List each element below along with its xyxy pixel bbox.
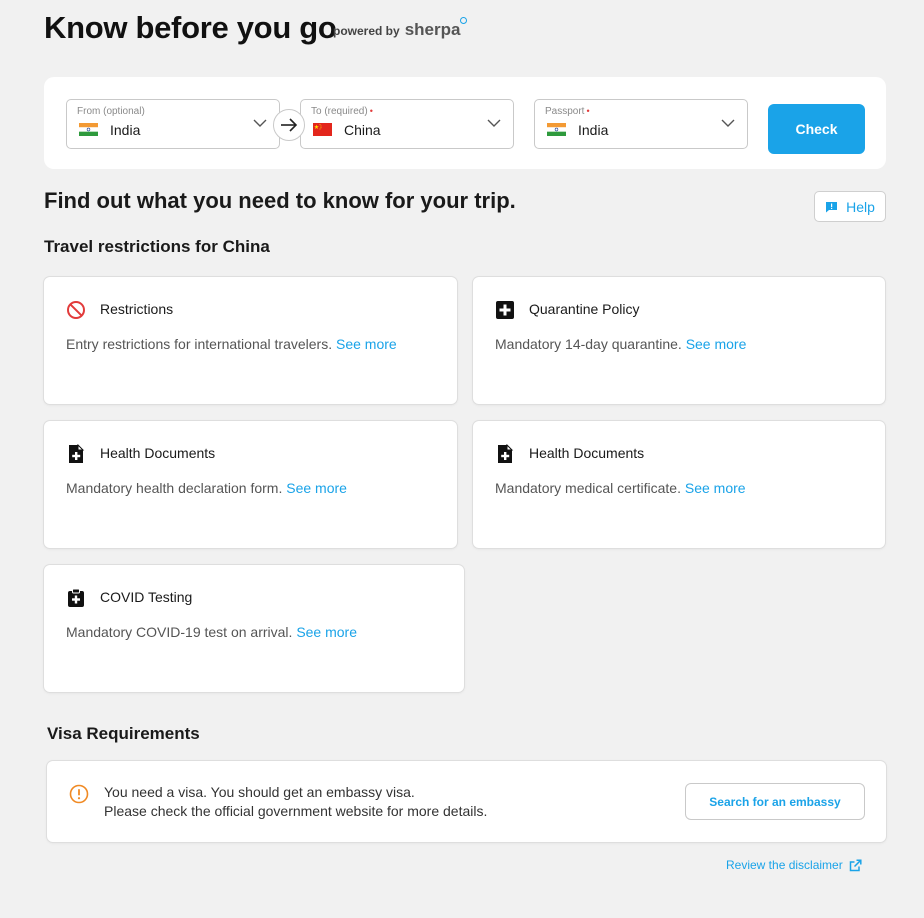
- required-indicator: •: [586, 106, 590, 116]
- chat-alert-icon: [826, 201, 838, 212]
- powered-by-label: powered by: [333, 24, 400, 38]
- see-more-link[interactable]: See more: [685, 480, 746, 496]
- from-label: From (optional): [77, 106, 145, 117]
- card-description-text: Mandatory medical certificate.: [495, 480, 681, 496]
- to-value: China: [344, 122, 381, 138]
- visa-section-title: Visa Requirements: [47, 724, 200, 743]
- swap-direction-button[interactable]: [273, 109, 305, 141]
- china-flag-icon: [313, 123, 332, 136]
- sherpa-logo-dot: [460, 17, 468, 24]
- restriction-card-health-documents: Health Documents Mandatory health declar…: [44, 421, 457, 548]
- card-description-text: Mandatory COVID-19 test on arrival.: [66, 624, 293, 640]
- chevron-down-icon: [721, 119, 735, 127]
- required-indicator: •: [369, 106, 373, 116]
- medical-cross-icon: [496, 301, 514, 319]
- passport-value: India: [578, 122, 609, 138]
- to-label-text: To (required): [311, 106, 368, 117]
- card-description-text: Mandatory health declaration form.: [66, 480, 283, 496]
- powered-by-badge: powered by sherpa: [333, 17, 468, 40]
- health-document-icon: [498, 444, 514, 463]
- health-document-icon: [69, 444, 85, 463]
- restriction-card-health-documents: Health Documents Mandatory medical certi…: [473, 421, 885, 548]
- from-value: India: [110, 122, 141, 138]
- chevron-down-icon: [253, 119, 267, 127]
- card-description: Mandatory COVID-19 test on arrival. See …: [66, 624, 357, 640]
- to-select[interactable]: To (required) • China: [300, 99, 514, 149]
- card-description: Mandatory health declaration form. See m…: [66, 480, 347, 496]
- card-title: Health Documents: [529, 445, 645, 461]
- arrow-right-icon: [281, 118, 298, 132]
- restriction-card-quarantine: Quarantine Policy Mandatory 14-day quara…: [473, 277, 885, 404]
- card-description: Mandatory 14-day quarantine. See more: [495, 336, 746, 352]
- to-label: To (required) •: [311, 106, 373, 117]
- help-label: Help: [846, 198, 875, 215]
- review-disclaimer-link[interactable]: Review the disclaimer: [726, 858, 862, 872]
- trip-subtitle: Find out what you need to know for your …: [44, 188, 516, 213]
- from-select[interactable]: From (optional) India: [66, 99, 280, 149]
- visa-message-line-2: Please check the official government web…: [104, 803, 488, 819]
- restrictions-section-title: Travel restrictions for China: [44, 237, 270, 256]
- no-entry-icon: [67, 301, 85, 319]
- see-more-link[interactable]: See more: [286, 480, 347, 496]
- card-description: Entry restrictions for international tra…: [66, 336, 397, 352]
- search-embassy-button[interactable]: Search for an embassy: [685, 783, 865, 820]
- warning-circle-icon: [69, 784, 89, 804]
- card-title: Restrictions: [100, 301, 174, 317]
- passport-label: Passport •: [545, 106, 590, 117]
- sherpa-logo-text: sherpa: [404, 20, 461, 39]
- restriction-card-covid-testing: COVID Testing Mandatory COVID-19 test on…: [44, 565, 464, 692]
- check-button[interactable]: Check: [768, 104, 865, 154]
- page-title: Know before you go: [44, 10, 337, 45]
- passport-label-text: Passport: [545, 106, 585, 117]
- card-description-text: Mandatory 14-day quarantine.: [495, 336, 682, 352]
- india-flag-icon: [79, 123, 98, 136]
- see-more-link[interactable]: See more: [296, 624, 357, 640]
- help-button[interactable]: Help: [814, 191, 886, 222]
- card-title: Quarantine Policy: [529, 301, 640, 317]
- clipboard-medical-icon: [68, 588, 84, 607]
- sherpa-logo: sherpa: [404, 17, 468, 40]
- visa-requirement-card: You need a visa. You should get an embas…: [47, 761, 886, 842]
- visa-message-line-1: You need a visa. You should get an embas…: [104, 784, 415, 800]
- card-title: Health Documents: [100, 445, 216, 461]
- card-title: COVID Testing: [100, 589, 193, 605]
- see-more-link[interactable]: See more: [336, 336, 397, 352]
- card-description: Mandatory medical certificate. See more: [495, 480, 746, 496]
- restriction-card-restrictions: Restrictions Entry restrictions for inte…: [44, 277, 457, 404]
- disclaimer-label: Review the disclaimer: [726, 858, 843, 872]
- card-description-text: Entry restrictions for international tra…: [66, 336, 333, 352]
- india-flag-icon: [547, 123, 566, 136]
- chevron-down-icon: [487, 119, 501, 127]
- external-link-icon: [849, 858, 862, 871]
- trip-search-panel: From (optional) India To (required) • Chi…: [44, 77, 886, 169]
- see-more-link[interactable]: See more: [686, 336, 747, 352]
- passport-select[interactable]: Passport • India: [534, 99, 748, 149]
